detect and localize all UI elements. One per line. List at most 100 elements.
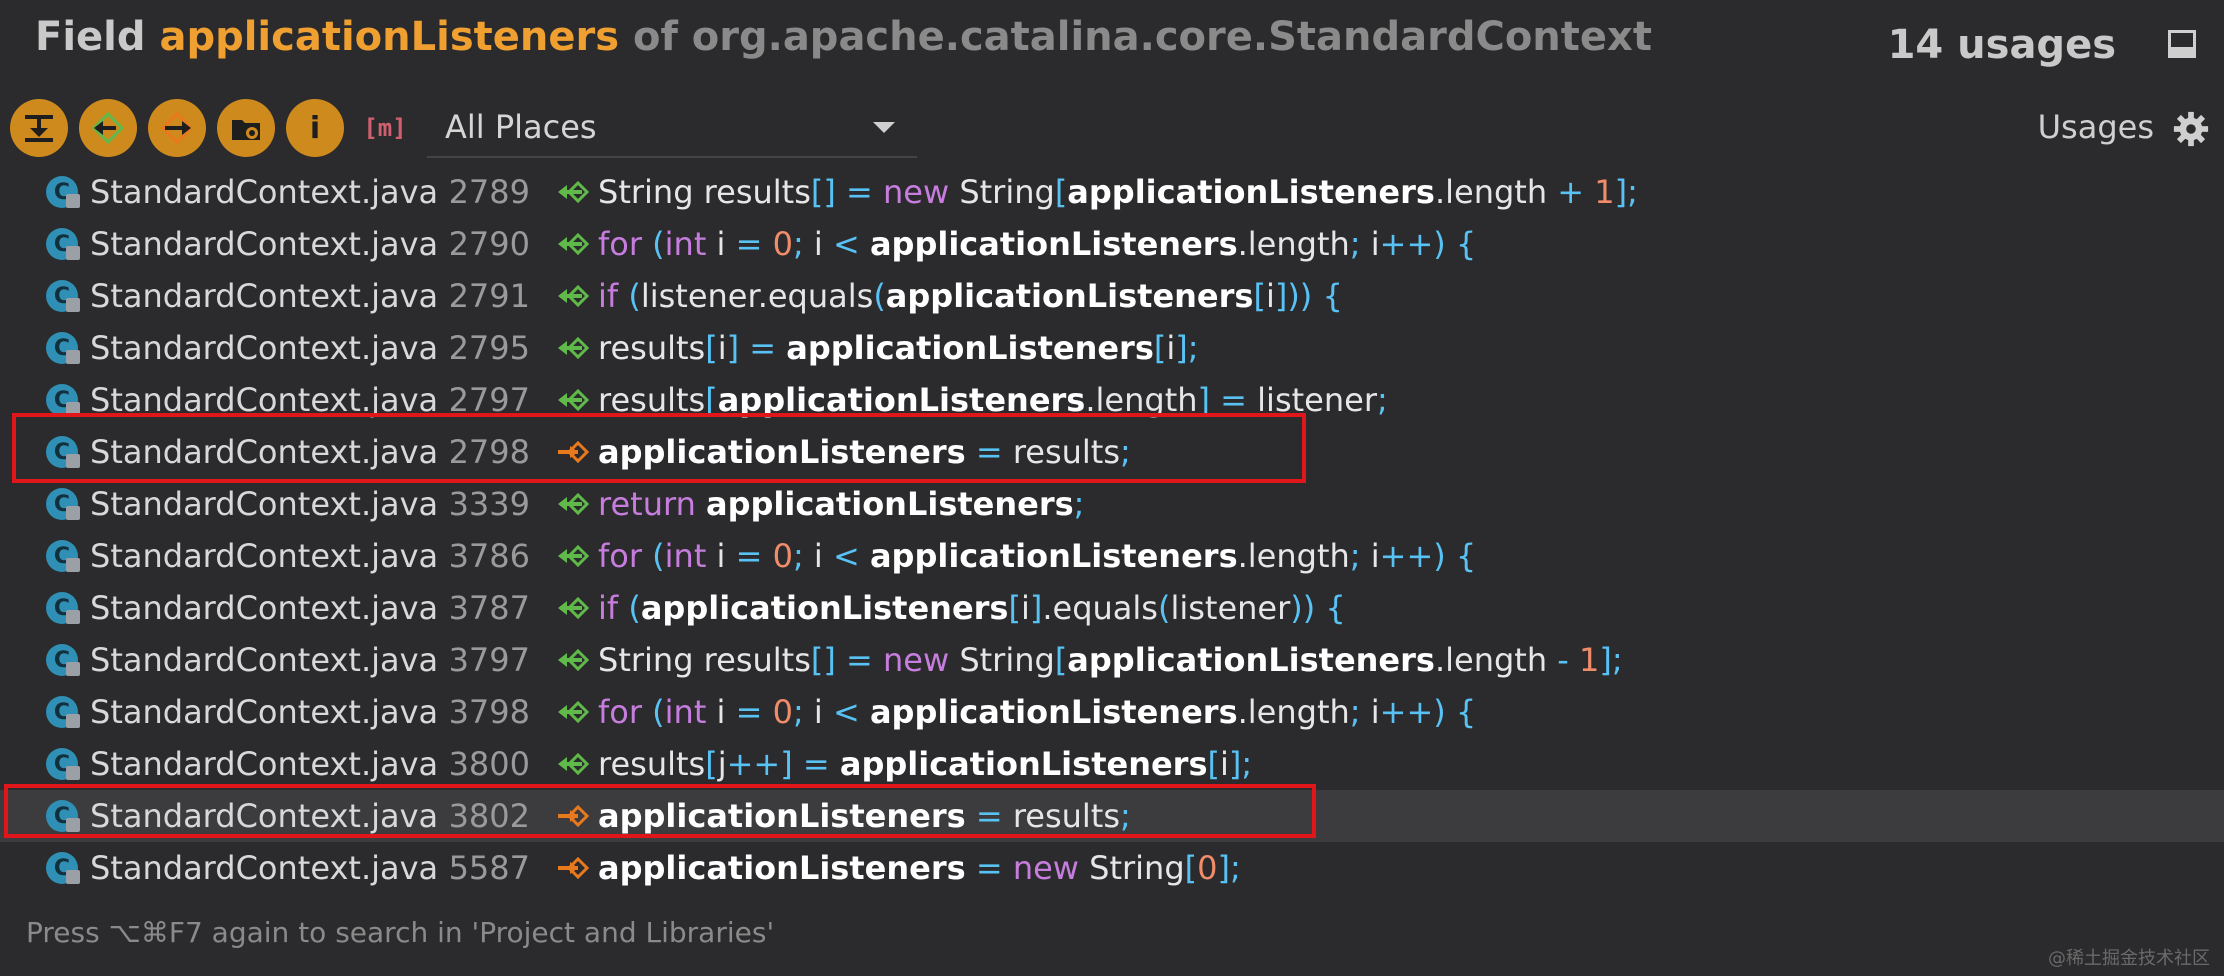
usage-file-name: StandardContext.java (90, 329, 439, 367)
code-token: applicationListeners (869, 225, 1238, 263)
method-filter-glyph: m (377, 114, 393, 142)
code-token: ; (1349, 537, 1361, 575)
usage-file-name: StandardContext.java (90, 537, 439, 575)
code-token: ; (1349, 693, 1361, 731)
lock-icon (66, 610, 80, 624)
group-by-file-icon[interactable] (217, 99, 275, 157)
usage-row[interactable]: C StandardContext.java 2791 if (listener.eq… (0, 270, 2224, 322)
read-access-icon (558, 180, 590, 204)
usage-row[interactable]: C StandardContext.java 3797 String results[… (0, 634, 2224, 686)
usage-row[interactable]: C StandardContext.java 3798 for (int i = 0;… (0, 686, 2224, 738)
code-token: = (846, 641, 873, 679)
read-access-icon (558, 388, 590, 412)
usage-line-number: 5587 (448, 849, 530, 887)
usage-file-name: StandardContext.java (90, 589, 439, 627)
code-token: ; (792, 225, 804, 263)
code-token: i (1360, 225, 1380, 263)
usage-code-snippet: for (int i = 0; i < applicationListeners… (598, 225, 1476, 263)
open-in-tool-window-icon[interactable] (2168, 30, 2196, 58)
usage-row[interactable]: C StandardContext.java 3339 return applicat… (0, 478, 2224, 530)
usage-row[interactable]: C StandardContext.java 2790 for (int i = 0;… (0, 218, 2224, 270)
code-token: int (664, 693, 707, 731)
method-filter-icon[interactable]: [m] (363, 108, 406, 148)
code-token: .length (1237, 225, 1350, 263)
code-token: i (706, 537, 736, 575)
previous-occurrence-icon[interactable] (79, 99, 137, 157)
code-token: ])) { (1274, 277, 1343, 315)
scope-dropdown[interactable]: All Places (427, 98, 917, 158)
usage-line-number: 2791 (448, 277, 530, 315)
usage-code-snippet: results[j++] = applicationListeners[i]; (598, 745, 1252, 783)
code-token: ++) { (1379, 693, 1477, 731)
code-token: if (598, 277, 619, 315)
code-token: + (1557, 173, 1585, 211)
read-access-icon (558, 752, 590, 776)
code-token: = (846, 173, 873, 211)
usage-line-number: 3787 (448, 589, 530, 627)
code-token: < (832, 225, 860, 263)
usage-file-name: StandardContext.java (90, 485, 439, 523)
info-icon[interactable]: i (286, 99, 344, 157)
code-token: String results (598, 641, 811, 679)
code-token: new (1012, 849, 1079, 887)
lock-icon (66, 766, 80, 780)
usage-file-name: StandardContext.java (90, 641, 439, 679)
code-token: applicationListeners (786, 329, 1154, 367)
code-token: < (832, 693, 860, 731)
usage-line-number: 3786 (448, 537, 530, 575)
code-token: applicationListeners (869, 693, 1238, 731)
lock-icon (66, 298, 80, 312)
code-token: results (598, 329, 706, 367)
usage-row[interactable]: C StandardContext.java 3787 if (application… (0, 582, 2224, 634)
code-token: = (975, 849, 1003, 887)
code-token: )) { (1290, 589, 1346, 627)
code-token: 0 (772, 693, 793, 731)
read-access-icon (558, 544, 590, 568)
usage-row[interactable]: C StandardContext.java 2795 results[i] = ap… (0, 322, 2224, 374)
code-token: int (664, 225, 707, 263)
usage-row[interactable]: C StandardContext.java 3800 results[j++] = … (0, 738, 2224, 790)
code-token: for (598, 693, 642, 731)
code-token: ++) { (1379, 537, 1477, 575)
dialog-title: Field applicationListeners of org.apache… (35, 14, 1652, 60)
code-token: ] (1029, 589, 1043, 627)
usage-row[interactable]: C StandardContext.java 2789 String results[… (0, 166, 2224, 218)
usages-label: Usages (2037, 108, 2154, 146)
next-occurrence-icon[interactable] (148, 99, 206, 157)
usage-code-snippet: if (applicationListeners[i].equals(liste… (598, 589, 1346, 627)
code-token: ; (1376, 381, 1388, 419)
usage-row[interactable]: C StandardContext.java 3786 for (int i = 0;… (0, 530, 2224, 582)
usage-line-number: 2795 (448, 329, 530, 367)
code-token: 1 (1594, 173, 1615, 211)
code-token: [ (1253, 277, 1266, 315)
code-token: ] (726, 329, 740, 367)
code-token: i (1219, 745, 1229, 783)
highlight-box (12, 413, 1306, 483)
watermark: @稀土掘金技术社区 (2048, 948, 2210, 969)
usage-line-number: 3797 (448, 641, 530, 679)
title-suffix: of org.apache.catalina.core.StandardCont… (632, 14, 1652, 60)
usage-file-name: StandardContext.java (90, 849, 439, 887)
code-token: [ (1184, 849, 1198, 887)
usage-line-number: 2790 (448, 225, 530, 263)
code-token: i (706, 693, 736, 731)
read-access-icon (558, 700, 590, 724)
code-token: .length (1237, 537, 1350, 575)
code-token: ]; (1175, 329, 1199, 367)
code-token: String results (598, 173, 811, 211)
expand-all-icon[interactable] (10, 99, 68, 157)
usage-row[interactable]: C StandardContext.java 5587 applicationList… (0, 842, 2224, 894)
gear-icon[interactable] (2172, 110, 2210, 148)
